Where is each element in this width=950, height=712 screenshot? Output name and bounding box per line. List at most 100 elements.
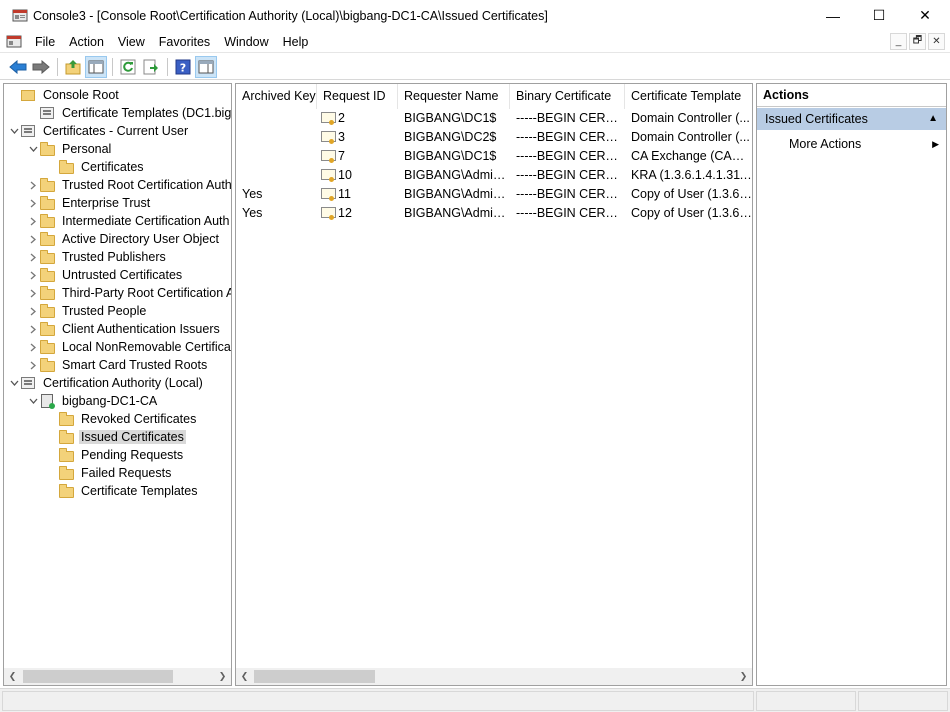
tree-item[interactable]: Enterprise Trust <box>26 194 152 212</box>
tree-item[interactable]: Trusted Publishers <box>26 248 168 266</box>
expanded-chevron-icon[interactable] <box>26 140 40 158</box>
cell-requester-name: BIGBANG\Admin... <box>404 187 510 201</box>
table-row[interactable]: 7 BIGBANG\DC1$ -----BEGIN CERTI... CA Excha… <box>236 147 752 166</box>
table-row[interactable]: Yes 12 BIGBANG\Admin... -----BEGIN CERTI...… <box>236 204 752 223</box>
tree-item[interactable]: Trusted People <box>26 302 148 320</box>
tree-item[interactable]: Trusted Root Certification Auth <box>26 176 231 194</box>
menu-action[interactable]: Action <box>62 31 111 53</box>
collapsed-chevron-icon[interactable] <box>26 284 40 302</box>
tree-item[interactable]: Personal <box>26 140 113 158</box>
tree-item[interactable]: Client Authentication Issuers <box>26 320 222 338</box>
tree-horizontal-scrollbar[interactable]: ❮ ❯ <box>4 668 231 685</box>
tree-item[interactable]: Active Directory User Object <box>26 230 221 248</box>
column-archived-key[interactable]: Archived Key <box>236 84 317 109</box>
show-hide-action-pane-button[interactable] <box>195 55 217 78</box>
table-row[interactable]: 10 BIGBANG\Admin... -----BEGIN CERTI... KRA… <box>236 166 752 185</box>
tree-item[interactable]: Revoked Certificates <box>45 410 198 428</box>
collapsed-chevron-icon[interactable] <box>26 302 40 320</box>
more-actions-item[interactable]: More Actions ▶ <box>789 134 939 154</box>
tree-item[interactable]: Certification Authority (Local) <box>7 374 205 392</box>
menu-help[interactable]: Help <box>276 31 316 53</box>
tree-item[interactable]: Local NonRemovable Certificat <box>26 338 231 356</box>
tree-item-label: Smart Card Trusted Roots <box>62 358 208 372</box>
mdi-minimize-button[interactable]: _ <box>890 33 907 50</box>
collapsed-chevron-icon[interactable] <box>26 266 40 284</box>
column-request-id[interactable]: Request ID <box>317 84 398 109</box>
expanded-chevron-icon[interactable] <box>26 392 40 410</box>
document-system-menu-icon[interactable] <box>6 34 22 50</box>
column-requester-name[interactable]: Requester Name <box>398 84 510 109</box>
expanded-chevron-icon[interactable] <box>7 122 21 140</box>
console-root-icon <box>21 88 37 102</box>
certificate-icon <box>321 131 336 144</box>
tree-item[interactable]: Untrusted Certificates <box>26 266 184 284</box>
collapsed-chevron-icon[interactable] <box>26 176 40 194</box>
title-bar: Console3 - [Console Root\Certification A… <box>0 0 950 31</box>
scroll-left-icon[interactable]: ❮ <box>4 668 21 685</box>
tree-item-label: Console Root <box>43 88 119 102</box>
mmc-app-icon[interactable] <box>12 8 28 24</box>
back-button[interactable] <box>7 56 29 78</box>
tree-item[interactable]: bigbang-DC1-CA <box>26 392 159 410</box>
up-one-level-button[interactable] <box>62 56 84 78</box>
maximize-button[interactable]: ☐ <box>856 0 902 31</box>
collapsed-chevron-icon[interactable] <box>26 248 40 266</box>
tree-item[interactable]: Smart Card Trusted Roots <box>26 356 209 374</box>
results-pane[interactable]: Archived Key Request ID Requester Name B… <box>235 83 753 686</box>
actions-section-label: Issued Certificates <box>765 112 868 126</box>
collapsed-chevron-icon[interactable] <box>26 212 40 230</box>
column-certificate-template[interactable]: Certificate Template <box>625 84 752 109</box>
tree-item[interactable]: Issued Certificates <box>45 428 186 446</box>
mdi-restore-button[interactable]: 🗗 <box>909 33 926 50</box>
tree-item[interactable]: Certificates - Current User <box>7 122 190 140</box>
table-row[interactable]: 2 BIGBANG\DC1$ -----BEGIN CERTI... Domain C… <box>236 109 752 128</box>
collapsed-chevron-icon[interactable] <box>26 320 40 338</box>
collapsed-chevron-icon[interactable] <box>26 230 40 248</box>
tree-item[interactable]: Pending Requests <box>45 446 185 464</box>
table-row[interactable]: 3 BIGBANG\DC2$ -----BEGIN CERTI... Domain C… <box>236 128 752 147</box>
refresh-button[interactable] <box>117 56 139 78</box>
status-segment <box>756 691 856 711</box>
tree-item[interactable]: Third-Party Root Certification A <box>26 284 231 302</box>
tree-item[interactable]: Certificate Templates (DC1.bigbang <box>26 104 231 122</box>
mdi-close-button[interactable]: ✕ <box>928 33 945 50</box>
table-row[interactable]: Yes 11 BIGBANG\Admin... -----BEGIN CERTI...… <box>236 185 752 204</box>
tree-item[interactable]: Intermediate Certification Auth <box>26 212 231 230</box>
collapse-up-icon[interactable]: ▲ <box>928 108 938 130</box>
cell-binary-certificate: -----BEGIN CERTI... <box>516 149 625 163</box>
menu-favorites[interactable]: Favorites <box>152 31 217 53</box>
mdi-restore-icon: 🗗 <box>912 35 923 46</box>
cell-requester-name: BIGBANG\DC2$ <box>404 130 497 144</box>
collapsed-chevron-icon[interactable] <box>26 356 40 374</box>
tree-item[interactable]: Certificate Templates <box>45 482 200 500</box>
tree-item[interactable]: Console Root <box>7 86 121 104</box>
tree-item[interactable]: Certificates <box>45 158 146 176</box>
mdi-minimize-icon: _ <box>895 36 902 47</box>
expanded-chevron-icon[interactable] <box>7 374 21 392</box>
actions-section-issued-certificates[interactable]: Issued Certificates ▲ <box>757 108 946 130</box>
menu-view[interactable]: View <box>111 31 152 53</box>
minimize-button[interactable]: — <box>810 0 856 31</box>
list-horizontal-scrollbar[interactable]: ❮ ❯ <box>236 668 752 685</box>
close-button[interactable]: ✕ <box>902 0 948 31</box>
certificate-icon <box>321 188 336 201</box>
show-hide-console-tree-button[interactable] <box>85 55 107 78</box>
scroll-right-icon[interactable]: ❯ <box>214 668 231 685</box>
scroll-right-icon[interactable]: ❯ <box>735 668 752 685</box>
show-hide-action-pane-icon <box>198 60 214 73</box>
forward-button[interactable] <box>30 56 52 78</box>
tree-item[interactable]: Failed Requests <box>45 464 173 482</box>
menu-file[interactable]: File <box>28 31 62 53</box>
console-tree-pane[interactable]: Console Root Certificate Templates (DC1.b… <box>3 83 232 686</box>
help-button[interactable]: ? <box>172 56 194 78</box>
collapsed-chevron-icon[interactable] <box>26 194 40 212</box>
menu-window[interactable]: Window <box>217 31 275 53</box>
export-list-button[interactable] <box>140 56 162 78</box>
collapsed-chevron-icon[interactable] <box>26 338 40 356</box>
scroll-thumb[interactable] <box>254 670 375 683</box>
scroll-thumb[interactable] <box>23 670 173 683</box>
column-binary-certificate[interactable]: Binary Certificate <box>510 84 625 109</box>
more-actions-label: More Actions <box>789 137 862 151</box>
scroll-left-icon[interactable]: ❮ <box>236 668 253 685</box>
cell-requester-name: BIGBANG\Admin... <box>404 168 510 182</box>
